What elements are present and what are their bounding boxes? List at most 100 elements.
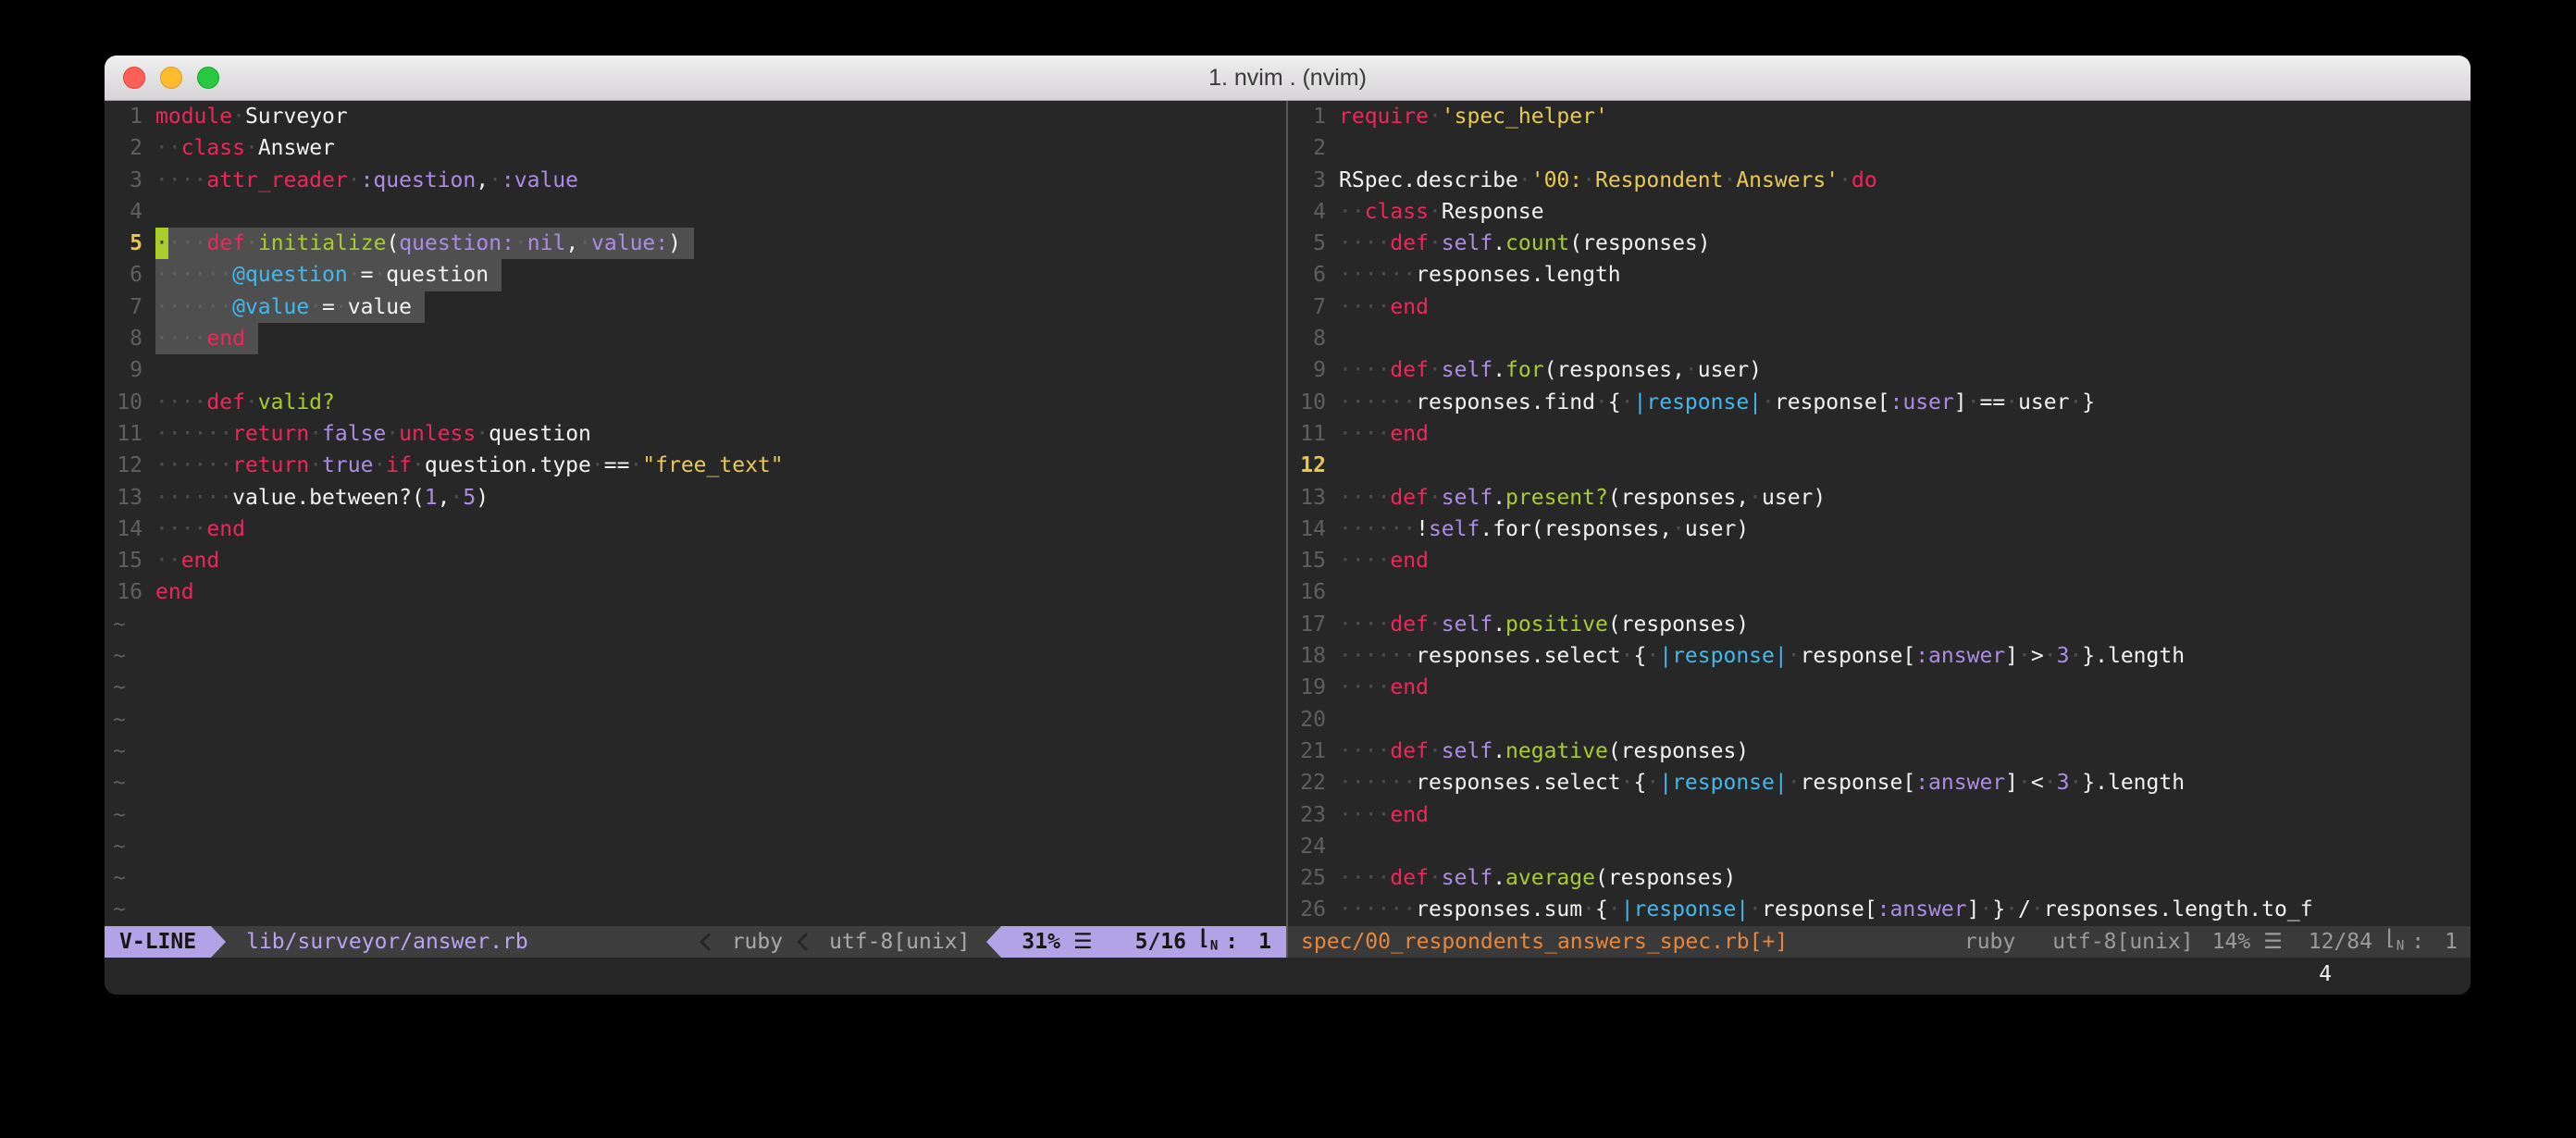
- column-number: 1: [2445, 926, 2458, 958]
- file-path: spec/00_respondents_answers_spec.rb[+]: [1288, 926, 1788, 958]
- code-line: 7····end: [1288, 291, 2471, 323]
- line-number: 18: [1288, 640, 1339, 672]
- code-line: 16end: [105, 576, 1286, 608]
- code-line: 15··end: [105, 545, 1286, 576]
- code-line: 13····def·self.present?(responses,·user): [1288, 482, 2471, 513]
- encoding-label: utf-8[unix]: [824, 926, 975, 958]
- code-line: 9····def·self.for(responses,·user): [1288, 354, 2471, 386]
- line-number: 1: [105, 101, 155, 132]
- editor-pane-right[interactable]: 1require·'spec_helper'23RSpec.describe·'…: [1288, 101, 2471, 958]
- filler-line: ~: [105, 640, 1286, 672]
- line-number-icon: ⌊N: [2384, 922, 2404, 962]
- code-line: 4: [105, 196, 1286, 228]
- code-text: ····end: [1339, 545, 1429, 576]
- column-number: 1: [1258, 926, 1271, 958]
- file-path: lib/surveyor/answer.rb: [235, 926, 691, 958]
- code-line: 14······!self.for(responses,·user): [1288, 513, 2471, 545]
- code-text: ··class·Response: [1339, 196, 1544, 228]
- tilde-marker: ~: [105, 609, 126, 640]
- code-line: 18······responses.select·{·|response|·re…: [1288, 640, 2471, 672]
- code-line: 26······responses.sum·{·|response|·respo…: [1288, 894, 2471, 925]
- code-line: 10····def·valid?: [105, 387, 1286, 418]
- tilde-marker: ~: [105, 736, 126, 767]
- statusline-right: spec/00_respondents_answers_spec.rb[+] r…: [1288, 926, 2471, 958]
- line-number: 8: [105, 323, 155, 354]
- code-text: ··end: [155, 545, 219, 576]
- code-line: 15····end: [1288, 545, 2471, 576]
- separator-colon: :: [1225, 926, 1238, 958]
- chevron-left-icon: [700, 933, 718, 951]
- line-number: 4: [1288, 196, 1339, 228]
- tilde-marker: ~: [105, 862, 126, 894]
- line-number: 25: [1288, 862, 1339, 894]
- code-text: ····end: [1339, 799, 1429, 831]
- filler-line: ~: [105, 736, 1286, 767]
- trigram-icon: ☰: [2263, 926, 2283, 958]
- line-number: 10: [1288, 387, 1339, 418]
- line-number: 5: [105, 228, 155, 259]
- minimize-button[interactable]: [160, 67, 182, 89]
- code-text: ······return·true·if·question.type·==·"f…: [155, 450, 784, 481]
- line-number: 11: [1288, 418, 1339, 450]
- code-line: 2: [1288, 132, 2471, 164]
- editor-content: 1module·Surveyor2··class·Answer3····attr…: [105, 101, 2471, 958]
- tilde-marker: ~: [105, 799, 126, 831]
- powerline-arrow-icon: [211, 926, 226, 958]
- code-area-right[interactable]: 1require·'spec_helper'23RSpec.describe·'…: [1288, 101, 2471, 926]
- line-number: 4: [105, 196, 155, 228]
- code-line: 5····def·initialize(question:·nil,·value…: [105, 228, 1286, 259]
- editor-pane-left[interactable]: 1module·Surveyor2··class·Answer3····attr…: [105, 101, 1286, 958]
- powerline-arrow-icon: [986, 926, 1001, 958]
- cursor-block: ·: [155, 228, 168, 259]
- line-number-icon: ⌊N: [1197, 922, 1218, 962]
- encoding-label: utf-8[unix]: [2034, 926, 2211, 958]
- code-text: ····end: [1339, 672, 1429, 703]
- line-number: 21: [1288, 736, 1339, 767]
- code-line: 25····def·self.average(responses): [1288, 862, 2471, 894]
- line-number: 6: [105, 259, 155, 291]
- code-line: 21····def·self.negative(responses): [1288, 736, 2471, 767]
- code-text: ····def·self.count(responses): [1339, 228, 1711, 259]
- code-line: 6······@question·=·question: [105, 259, 1286, 291]
- code-line: 8····end: [105, 323, 1286, 354]
- tilde-marker: ~: [105, 831, 126, 862]
- line-number: 8: [1288, 323, 1339, 354]
- line-number: 5: [1288, 228, 1339, 259]
- zoom-button[interactable]: [197, 67, 219, 89]
- code-line: 24: [1288, 831, 2471, 862]
- code-line: 3RSpec.describe·'00:·Respondent·Answers'…: [1288, 165, 2471, 196]
- line-number: 16: [105, 576, 155, 608]
- code-line: 1module·Surveyor: [105, 101, 1286, 132]
- trigram-icon: ☰: [1073, 926, 1093, 958]
- code-text: ····def·self.average(responses): [1339, 862, 1736, 894]
- code-text: ····def·self.present?(responses,·user): [1339, 482, 1826, 513]
- line-number: 1: [1288, 101, 1339, 132]
- chevron-left-icon: [797, 933, 815, 951]
- code-line: 7······@value·=·value: [105, 291, 1286, 323]
- code-line: 20: [1288, 704, 2471, 736]
- line-number: 9: [105, 354, 155, 386]
- code-area-left[interactable]: 1module·Surveyor2··class·Answer3····attr…: [105, 101, 1286, 926]
- code-text: ······value.between?(1,·5): [155, 482, 489, 513]
- code-line: 16: [1288, 576, 2471, 608]
- line-position: 12/84: [2309, 926, 2372, 958]
- filler-line: ~: [105, 767, 1286, 798]
- scroll-percent: 14%: [2212, 926, 2251, 958]
- code-line: 5····def·self.count(responses): [1288, 228, 2471, 259]
- code-line: 12: [1288, 450, 2471, 481]
- line-number: 9: [1288, 354, 1339, 386]
- code-text: ····end: [1339, 291, 1429, 323]
- close-button[interactable]: [123, 67, 145, 89]
- code-line: 1require·'spec_helper': [1288, 101, 2471, 132]
- code-line: 3····attr_reader·:question,·:value: [105, 165, 1286, 196]
- line-number: 16: [1288, 576, 1339, 608]
- code-line: 6······responses.length: [1288, 259, 2471, 291]
- code-text: ····def·self.for(responses,·user): [1339, 354, 1762, 386]
- code-text: ····end: [155, 323, 258, 354]
- traffic-lights: [123, 67, 219, 89]
- scroll-percent: 31%: [1022, 926, 1060, 958]
- line-number: 2: [105, 132, 155, 164]
- code-line: 8: [1288, 323, 2471, 354]
- window-titlebar[interactable]: 1. nvim . (nvim): [105, 56, 2471, 101]
- line-number: 17: [1288, 609, 1339, 640]
